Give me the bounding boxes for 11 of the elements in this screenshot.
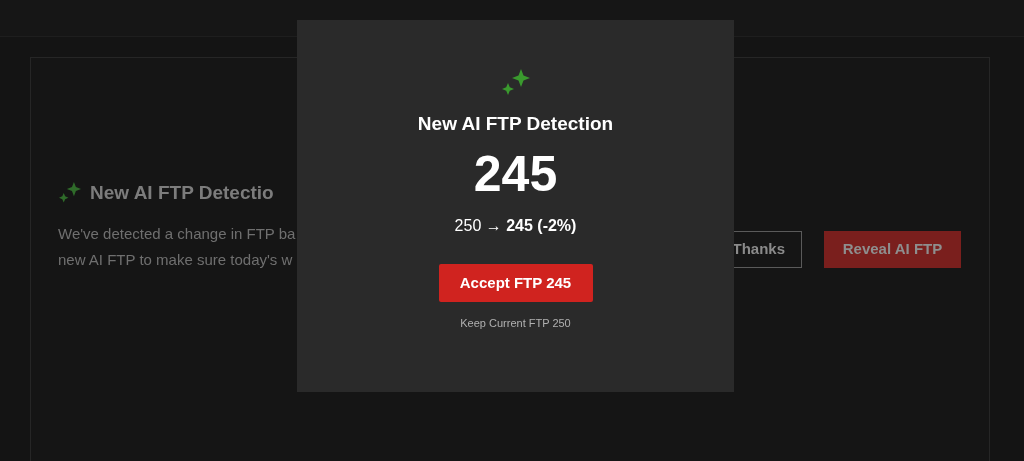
card-title: New AI FTP Detectio: [90, 181, 274, 205]
accept-button[interactable]: Accept FTP 245: [438, 264, 593, 302]
sparkle-icon: [58, 182, 82, 205]
ftp-value: 245: [473, 145, 558, 204]
ftp-change-text: 250 → 245 (-2%): [454, 216, 577, 236]
modal-title: New AI FTP Detection: [417, 112, 614, 136]
description-text: We've detected a change in FTP ba: [58, 223, 296, 244]
sparkle-icon: [500, 69, 531, 97]
description-text: new AI FTP to make sure today's w: [58, 249, 293, 270]
keep-current-link[interactable]: Keep Current FTP 250: [460, 315, 571, 332]
reveal-button[interactable]: Reveal AI FTP: [824, 231, 961, 268]
